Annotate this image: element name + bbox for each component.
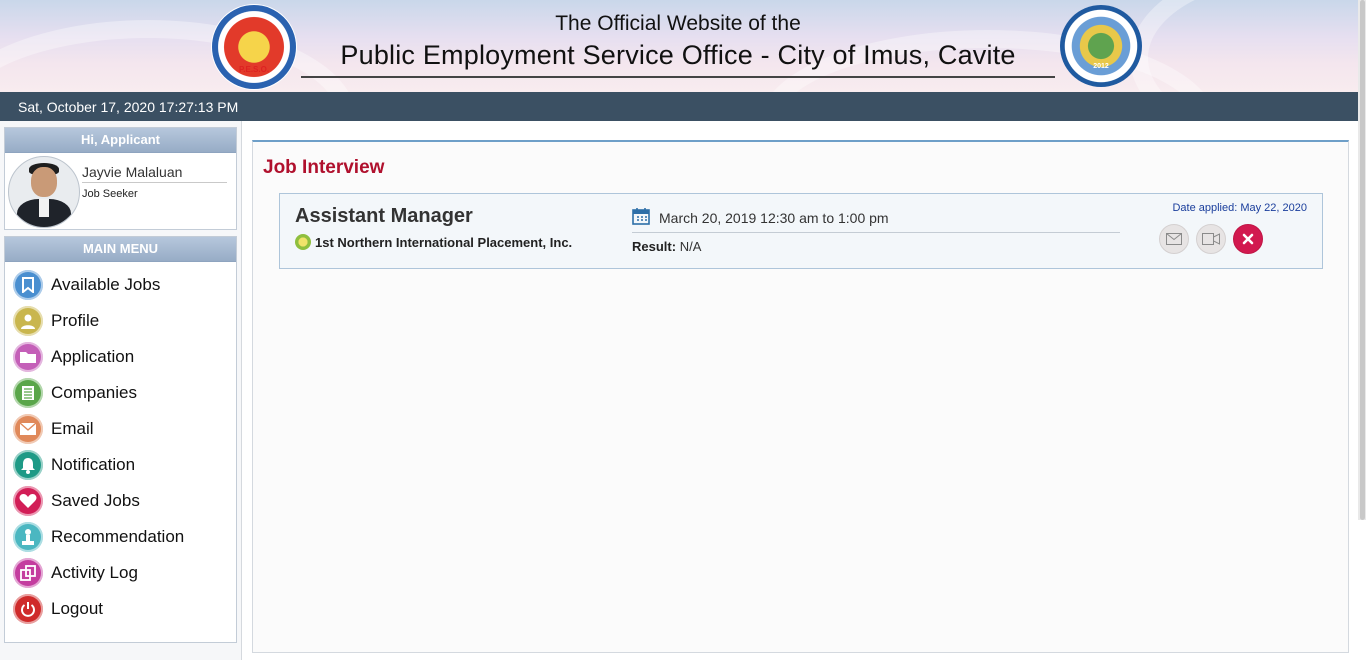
menu-label: Recommendation: [51, 527, 185, 546]
site-header: P.E.S.O. The Official Website of the Pub…: [0, 0, 1366, 92]
heart-icon: [13, 486, 43, 516]
interview-result: Result: N/A: [632, 239, 701, 254]
award-icon: [13, 522, 43, 552]
company-name[interactable]: 1st Northern International Placement, In…: [295, 234, 572, 250]
interview-schedule: March 20, 2019 12:30 am to 1:00 pm: [632, 207, 1120, 233]
menu-item-application[interactable]: Application: [5, 339, 236, 375]
result-label: Result:: [632, 239, 677, 254]
date-applied: Date applied: May 22, 2020: [1172, 202, 1307, 214]
page-title: Job Interview: [263, 157, 385, 178]
menu-item-email[interactable]: Email: [5, 411, 236, 447]
cancel-interview-button[interactable]: [1233, 224, 1263, 254]
copy-icon: [13, 558, 43, 588]
menu-item-logout[interactable]: Logout: [5, 591, 236, 627]
user-icon: [13, 306, 43, 336]
bell-icon: [13, 450, 43, 480]
bookmark-icon: [13, 270, 43, 300]
close-icon: [1242, 233, 1254, 245]
menu-label: Profile: [51, 311, 100, 330]
video-camera-icon: [1202, 233, 1220, 245]
interview-card: Assistant Manager 1st Northern Internati…: [279, 193, 1323, 269]
profile-panel: Hi, Applicant Jayvie Malaluan Job Seeker: [4, 127, 237, 230]
menu-label: Email: [51, 419, 94, 438]
main-menu-panel: MAIN MENU Available Jobs Profile Applica…: [4, 236, 237, 643]
company-label: 1st Northern International Placement, In…: [315, 235, 573, 250]
folder-icon: [13, 342, 43, 372]
title-underline: [301, 76, 1055, 78]
envelope-icon: [1166, 233, 1182, 245]
menu-item-recommendation[interactable]: Recommendation: [5, 519, 236, 555]
menu-label: Available Jobs: [51, 275, 161, 294]
site-title: Public Employment Service Office - City …: [340, 40, 1016, 70]
menu-label: Companies: [51, 383, 137, 402]
power-icon: [13, 594, 43, 624]
menu-label: Application: [51, 347, 135, 366]
menu-item-saved-jobs[interactable]: Saved Jobs: [5, 483, 236, 519]
menu-item-available-jobs[interactable]: Available Jobs: [5, 267, 236, 303]
result-value: N/A: [679, 239, 702, 254]
company-logo-icon: [295, 234, 311, 250]
video-call-button[interactable]: [1196, 224, 1226, 254]
profile-greeting: Hi, Applicant: [5, 128, 236, 153]
imus-city-seal: 2012: [1060, 5, 1142, 87]
menu-label: Activity Log: [51, 563, 138, 582]
avatar[interactable]: [8, 156, 80, 228]
site-subtitle: The Official Website of the: [555, 12, 801, 35]
menu-item-companies[interactable]: Companies: [5, 375, 236, 411]
main-content: Job Interview Assistant Manager 1st Nort…: [252, 140, 1349, 653]
job-title[interactable]: Assistant Manager: [295, 205, 473, 228]
menu-item-notification[interactable]: Notification: [5, 447, 236, 483]
schedule-text: March 20, 2019 12:30 am to 1:00 pm: [659, 210, 889, 226]
current-datetime: Sat, October 17, 2020 17:27:13 PM: [18, 99, 239, 115]
menu-item-activity-log[interactable]: Activity Log: [5, 555, 236, 591]
menu-label: Logout: [51, 599, 103, 618]
sidebar: Hi, Applicant Jayvie Malaluan Job Seeker…: [0, 121, 242, 660]
menu-label: Notification: [51, 455, 136, 474]
menu-label: Saved Jobs: [51, 491, 140, 510]
building-icon: [13, 378, 43, 408]
date-bar: Sat, October 17, 2020 17:27:13 PM: [0, 92, 1366, 121]
menu-item-profile[interactable]: Profile: [5, 303, 236, 339]
calendar-icon: [632, 207, 650, 225]
imus-seal-year: 2012: [1093, 63, 1109, 70]
page-scrollbar-thumb[interactable]: [1360, 0, 1365, 520]
main-menu: Available Jobs Profile Application Compa…: [5, 262, 236, 627]
main-menu-heading: MAIN MENU: [5, 237, 236, 262]
user-name: Jayvie Malaluan: [82, 164, 227, 183]
envelope-icon: [13, 414, 43, 444]
user-role: Job Seeker: [82, 188, 138, 200]
message-button[interactable]: [1159, 224, 1189, 254]
